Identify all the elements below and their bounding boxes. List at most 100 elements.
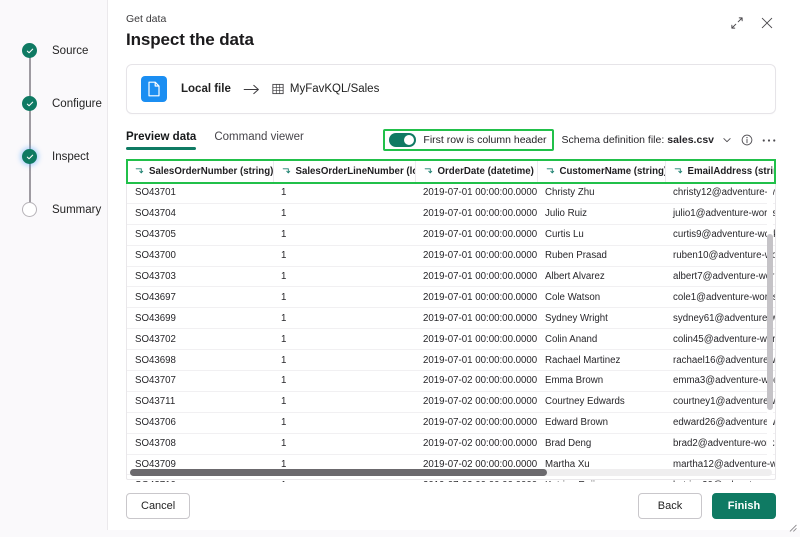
table-row[interactable]: SO43705 1 2019-07-01 00:00:00.0000 Curtis L… [127,224,775,246]
table-cell: 2019-07-02 00:00:00.0000 [415,412,537,434]
wizard-step-configure[interactable]: Configure [22,77,107,130]
schema-definition-file: Schema definition file: sales.csv [562,134,714,146]
table-row[interactable]: SO43699 1 2019-07-01 00:00:00.0000 Sydney W… [127,307,775,330]
table-cell: 1 [273,349,415,372]
table-cell: 1 [273,266,415,288]
wizard-step-summary[interactable]: Summary [22,183,107,236]
more-horizontal-icon[interactable] [762,138,776,143]
window-actions [728,12,776,32]
table-cell: 1 [273,328,415,351]
table-head: SalesOrderNumber (string) SalesOrderLine… [127,160,775,183]
table-cell: Colin Anand [537,328,665,351]
expand-diagonal-icon[interactable] [728,14,746,32]
table-cell: Edward Brown [537,412,665,434]
table-cell: 2019-07-01 00:00:00.0000 [415,266,537,288]
column-header-salesorderlinenumber[interactable]: SalesOrderLineNumber (long) [273,160,416,183]
table-cell: cole1@adventure-works.c [665,286,775,309]
table-cell: Cole Watson [537,286,665,309]
check-circle-icon [22,43,37,58]
schema-label: Schema definition file: [561,134,665,146]
wizard-step-label: Inspect [52,150,90,163]
wizard-step-label: Configure [52,97,102,110]
table-cell: SO43700 [127,245,273,267]
info-circle-icon[interactable] [741,134,753,146]
first-row-is-column-header-toggle[interactable] [389,133,417,147]
table-cell: SO43708 [127,433,273,455]
table-cell: SO43706 [127,412,273,434]
table-row[interactable]: SO43707 1 2019-07-02 00:00:00.0000 Emma Bro… [127,370,775,392]
column-type-icon [674,167,683,176]
toggle-knob [404,135,415,145]
cancel-button[interactable]: Cancel [126,493,191,519]
table-row[interactable]: SO43701 1 2019-07-01 00:00:00.0000 Christy … [127,182,775,204]
column-header-salesordernumber[interactable]: SalesOrderNumber (string) [127,160,274,183]
column-type-icon [135,167,144,176]
column-header-emailaddress[interactable]: EmailAddress (string) [665,160,775,183]
table-row[interactable]: SO43706 1 2019-07-02 00:00:00.0000 Edward B… [127,412,775,434]
vertical-scrollbar-thumb[interactable] [767,234,773,410]
table-cell: curtis9@adventure-works. [665,224,775,246]
table-cell: SO43698 [127,349,273,372]
get-data-dialog: Source Configure Inspect Summary Get dat… [0,0,800,532]
wizard-step-inspect[interactable]: Inspect [22,130,107,183]
horizontal-scrollbar[interactable] [130,469,772,476]
wizard-steps: Source Configure Inspect Summary [22,24,107,236]
column-header-customername[interactable]: CustomerName (string) [537,160,666,183]
table-cell: albert7@adventure-works [665,266,775,288]
table-cell: 1 [273,182,415,204]
table-cell: 1 [273,370,415,392]
table-cell: brad2@adventure-works.c [665,433,775,455]
column-header-label: SalesOrderNumber (string) [149,165,273,177]
column-header-label: CustomerName (string) [559,165,665,177]
table-row[interactable]: SO43704 1 2019-07-01 00:00:00.0000 Julio Ru… [127,203,775,225]
table-cell: Brad Deng [537,433,665,455]
column-type-icon [546,167,555,176]
table-cell: christy12@adventure-wor [665,182,775,204]
table-cell: 2019-07-01 00:00:00.0000 [415,307,537,330]
dialog-footer: Cancel Back Finish [108,482,800,530]
check-circle-icon [22,96,37,111]
table-cell: Courtney Edwards [537,391,665,413]
check-circle-icon [22,149,37,164]
table-cell: emma3@adventure-works [665,370,775,392]
chevron-down-icon[interactable] [722,135,732,145]
table-cell: SO43704 [127,203,273,225]
table-cell: 1 [273,307,415,330]
column-header-orderdate[interactable]: OrderDate (datetime) [415,160,538,183]
table-body: SO43701 1 2019-07-01 00:00:00.0000 Christy … [127,182,775,497]
table-cell: 1 [273,203,415,225]
back-button[interactable]: Back [638,493,702,519]
table-header-row: SalesOrderNumber (string) SalesOrderLine… [127,160,775,183]
empty-circle-icon [22,202,37,217]
table-row[interactable]: SO43697 1 2019-07-01 00:00:00.0000 Cole Wat… [127,286,775,309]
wizard-step-label: Summary [52,203,102,216]
tab-command-viewer[interactable]: Command viewer [214,131,303,150]
table-cell: 2019-07-01 00:00:00.0000 [415,203,537,225]
schema-value: sales.csv [667,134,714,146]
table-cell: SO43699 [127,307,273,330]
table-grid-icon [272,83,284,95]
table-row[interactable]: SO43711 1 2019-07-02 00:00:00.0000 Courtney… [127,391,775,413]
table-row[interactable]: SO43708 1 2019-07-02 00:00:00.0000 Brad Den… [127,433,775,455]
tab-preview-data[interactable]: Preview data [126,131,197,150]
table-cell: julio1@adventure-works.c [665,203,775,225]
source-label: Local file [181,83,231,95]
dialog-eyebrow: Get data [126,13,167,25]
table-cell: SO43705 [127,224,273,246]
table-row[interactable]: SO43698 1 2019-07-01 00:00:00.0000 Rachael … [127,349,775,372]
horizontal-scrollbar-thumb[interactable] [130,469,548,476]
table-row[interactable]: SO43702 1 2019-07-01 00:00:00.0000 Colin An… [127,328,775,351]
table-row[interactable]: SO43700 1 2019-07-01 00:00:00.0000 Ruben Pr… [127,245,775,267]
table-cell: 2019-07-01 00:00:00.0000 [415,245,537,267]
close-icon[interactable] [758,14,776,32]
resize-grip-icon[interactable] [789,519,797,532]
table-cell: SO43703 [127,266,273,288]
vertical-scrollbar[interactable] [767,186,773,458]
wizard-step-label: Source [52,44,89,57]
table-row[interactable]: SO43703 1 2019-07-01 00:00:00.0000 Albert A… [127,266,775,288]
finish-button[interactable]: Finish [712,493,776,519]
table-cell: SO43702 [127,328,273,351]
table-cell: 1 [273,391,415,413]
tab-list: Preview data Command viewer [126,131,304,150]
wizard-step-source[interactable]: Source [22,24,107,77]
